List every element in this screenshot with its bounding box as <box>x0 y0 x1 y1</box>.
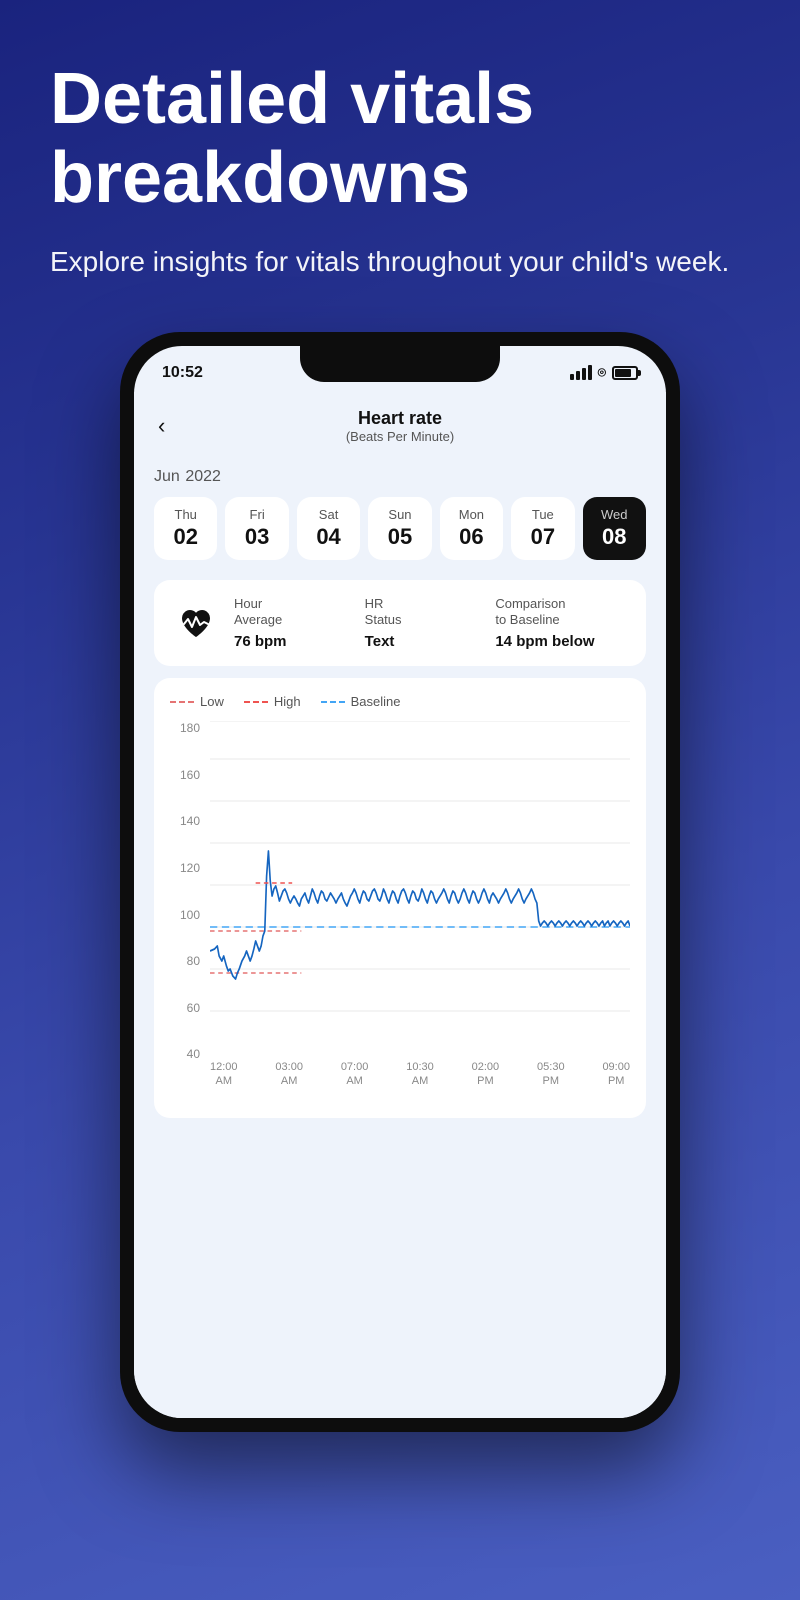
phone-frame: 10:52 ⌾ ‹ <box>120 332 680 1432</box>
app-content: ‹ Heart rate (Beats Per Minute) Jun 2022… <box>134 392 666 1418</box>
y-label-180: 180 <box>170 721 206 735</box>
day-label-thu: Thu <box>175 507 197 522</box>
hero-title: Detailed vitals breakdowns <box>50 60 750 218</box>
comparison-value: 14 bpm below <box>495 633 626 650</box>
x-axis: 12:00AM 03:00AM 07:00AM 10:30AM <box>210 1061 630 1091</box>
chart-svg <box>210 721 630 1061</box>
low-line-icon <box>170 701 194 703</box>
month-label: Jun 2022 <box>154 464 646 487</box>
date-pill-wed[interactable]: Wed 08 <box>583 497 646 560</box>
phone-notch <box>300 346 500 382</box>
legend-baseline: Baseline <box>321 694 401 709</box>
date-pill-mon[interactable]: Mon 06 <box>440 497 503 560</box>
y-axis: 40 60 80 100 120 140 160 180 <box>170 721 206 1061</box>
chart-card: Low High Baseline <box>154 678 646 1118</box>
legend-high: High <box>244 694 301 709</box>
baseline-label: Baseline <box>351 694 401 709</box>
date-pill-sat[interactable]: Sat 04 <box>297 497 360 560</box>
status-time: 10:52 <box>162 364 203 382</box>
date-pill-tue[interactable]: Tue 07 <box>511 497 574 560</box>
status-icons: ⌾ <box>570 364 638 381</box>
legend-low: Low <box>170 694 224 709</box>
back-button[interactable]: ‹ <box>158 413 165 439</box>
x-label-0530pm: 05:30PM <box>537 1061 565 1087</box>
hero-subtitle: Explore insights for vitals throughout y… <box>50 242 750 281</box>
month-year: 2022 <box>185 468 221 485</box>
day-label-mon: Mon <box>459 507 484 522</box>
hr-status-label: HRStatus <box>365 596 496 630</box>
high-label: High <box>274 694 301 709</box>
date-pill-sun[interactable]: Sun 05 <box>368 497 431 560</box>
day-label-sun: Sun <box>388 507 411 522</box>
chart-legend: Low High Baseline <box>170 694 630 709</box>
hero-section: Detailed vitals breakdowns Explore insig… <box>0 0 800 312</box>
x-label-0700am: 07:00AM <box>341 1061 369 1087</box>
date-section: Jun 2022 Thu 02 Fri 03 Sat <box>134 452 666 568</box>
page-subtitle: (Beats Per Minute) <box>346 429 454 444</box>
baseline-line-icon <box>321 701 345 703</box>
stats-col-comparison: Comparisonto Baseline 14 bpm below <box>495 596 626 651</box>
day-num-mon: 06 <box>459 524 483 550</box>
heart-rate-icon <box>174 601 218 645</box>
y-label-40: 40 <box>170 1047 206 1061</box>
signal-icon <box>570 365 592 380</box>
y-label-160: 160 <box>170 768 206 782</box>
wifi-icon: ⌾ <box>598 364 606 381</box>
stats-card: HourAverage 76 bpm HRStatus Text Compari… <box>154 580 646 667</box>
low-label: Low <box>200 694 224 709</box>
header-title: Heart rate (Beats Per Minute) <box>346 408 454 444</box>
comparison-label: Comparisonto Baseline <box>495 596 626 630</box>
chart-area: 40 60 80 100 120 140 160 180 <box>170 721 630 1091</box>
day-label-wed: Wed <box>601 507 628 522</box>
page-title: Heart rate <box>346 408 454 429</box>
stats-columns: HourAverage 76 bpm HRStatus Text Compari… <box>234 596 626 651</box>
date-pills: Thu 02 Fri 03 Sat 04 Sun <box>154 497 646 560</box>
x-label-0900pm: 09:00PM <box>602 1061 630 1087</box>
high-line-icon <box>244 701 268 703</box>
day-num-thu: 02 <box>173 524 197 550</box>
x-label-0300am: 03:00AM <box>275 1061 303 1087</box>
day-num-wed: 08 <box>602 524 626 550</box>
day-label-fri: Fri <box>250 507 265 522</box>
avg-label: HourAverage <box>234 596 365 630</box>
stats-col-average: HourAverage 76 bpm <box>234 596 365 651</box>
hr-status-value: Text <box>365 633 496 650</box>
app-header: ‹ Heart rate (Beats Per Minute) <box>134 392 666 452</box>
avg-value: 76 bpm <box>234 633 365 650</box>
day-label-tue: Tue <box>532 507 554 522</box>
y-label-140: 140 <box>170 814 206 828</box>
battery-icon <box>612 366 638 380</box>
date-pill-thu[interactable]: Thu 02 <box>154 497 217 560</box>
day-num-tue: 07 <box>531 524 555 550</box>
phone-wrapper: 10:52 ⌾ ‹ <box>0 332 800 1432</box>
x-label-0200pm: 02:00PM <box>472 1061 500 1087</box>
month-name: Jun <box>154 468 180 485</box>
day-num-fri: 03 <box>245 524 269 550</box>
y-label-60: 60 <box>170 1001 206 1015</box>
day-label-sat: Sat <box>319 507 339 522</box>
y-label-100: 100 <box>170 908 206 922</box>
day-num-sun: 05 <box>388 524 412 550</box>
y-label-120: 120 <box>170 861 206 875</box>
chart-plot <box>210 721 630 1061</box>
date-pill-fri[interactable]: Fri 03 <box>225 497 288 560</box>
stats-col-hr-status: HRStatus Text <box>365 596 496 651</box>
phone-screen: 10:52 ⌾ ‹ <box>134 346 666 1418</box>
y-label-80: 80 <box>170 954 206 968</box>
x-label-1200am: 12:00AM <box>210 1061 238 1087</box>
x-label-1030am: 10:30AM <box>406 1061 434 1087</box>
day-num-sat: 04 <box>316 524 340 550</box>
